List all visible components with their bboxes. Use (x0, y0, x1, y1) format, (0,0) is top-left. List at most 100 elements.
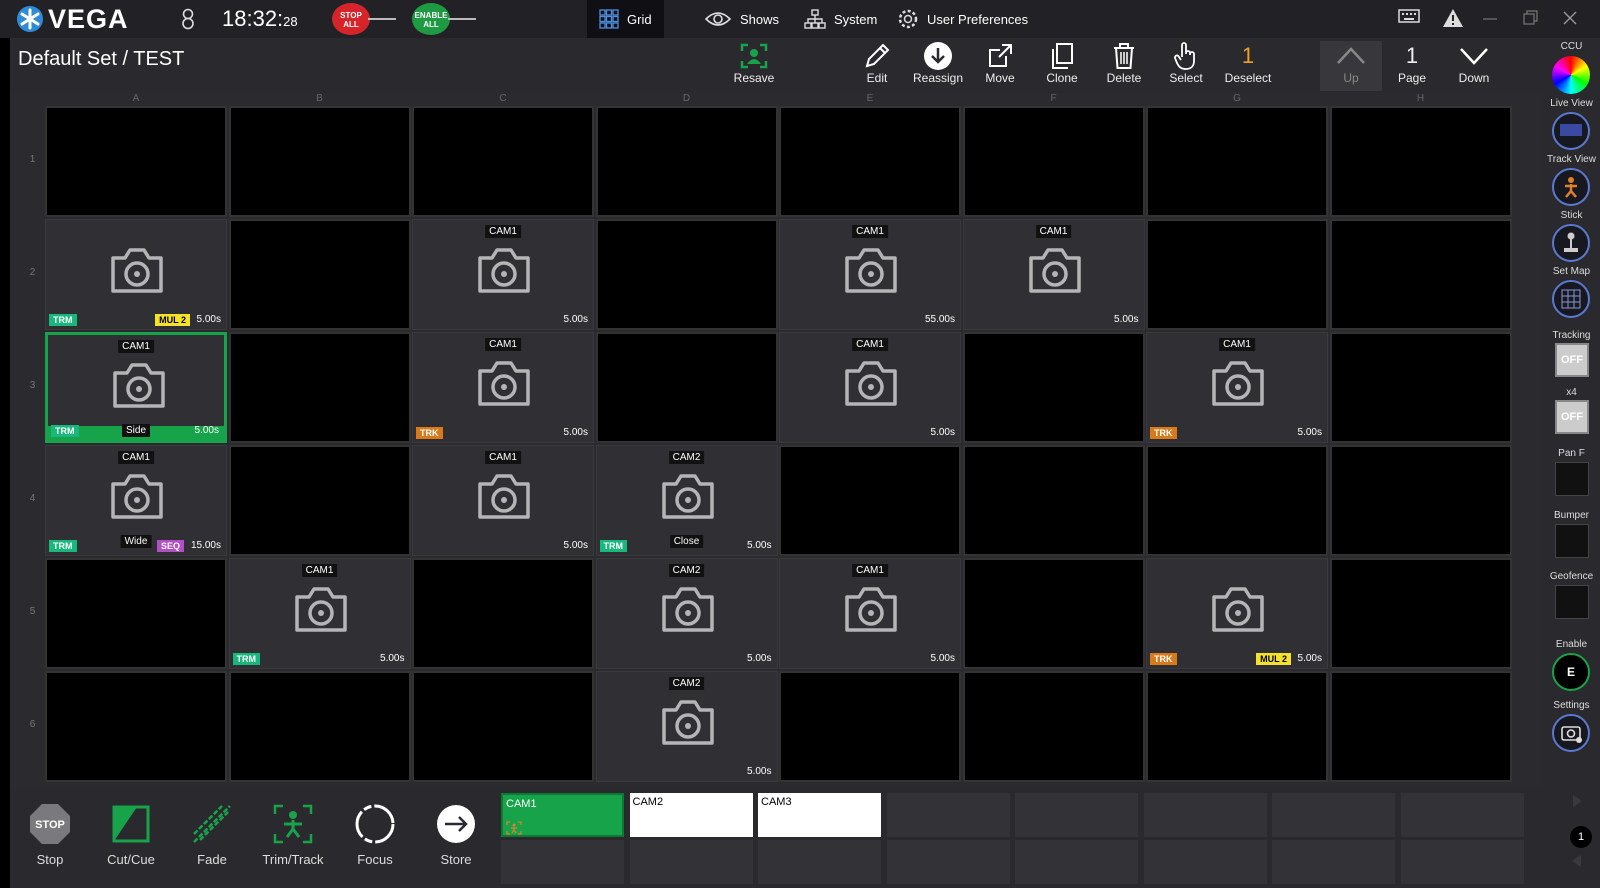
empty-camera-slot[interactable] (1143, 793, 1267, 837)
pan-f-button[interactable] (1555, 462, 1589, 496)
nav-shows[interactable]: Shows (692, 0, 791, 38)
trim-track-button[interactable]: Trim/Track (253, 796, 333, 867)
nav-grid[interactable]: Grid (587, 0, 664, 38)
empty-camera-slot[interactable] (501, 840, 624, 884)
shot-cell-a3[interactable]: CAM1 Side TRM 5.00s (45, 332, 227, 443)
empty-cell-f5[interactable] (962, 558, 1145, 669)
geofence-button[interactable] (1555, 585, 1589, 619)
fade-button[interactable]: Fade (172, 796, 252, 867)
empty-cell-b6[interactable] (228, 671, 411, 782)
restore-icon[interactable] (1522, 10, 1538, 31)
shot-cell-d4[interactable]: CAM2 Close TRM 5.00s (595, 445, 778, 556)
empty-camera-slot[interactable] (758, 840, 881, 884)
empty-cell-g2[interactable] (1146, 219, 1328, 330)
camera-slot-cam3[interactable]: CAM3 (758, 793, 881, 837)
shot-cell-g5[interactable]: TRK MUL 2 5.00s (1146, 558, 1328, 669)
empty-cell-e4[interactable] (779, 445, 961, 556)
minimize-icon[interactable] (1482, 10, 1498, 31)
enable-button[interactable]: E (1552, 653, 1590, 691)
shot-cell-g3[interactable]: CAM1 TRK 5.00s (1146, 332, 1328, 443)
edit-button[interactable]: Edit (847, 41, 907, 85)
empty-cell-g1[interactable] (1146, 106, 1328, 217)
stop-button[interactable]: STOP Stop (10, 796, 90, 867)
shot-cell-c3[interactable]: CAM1 TRK 5.00s (412, 332, 594, 443)
empty-cell-h2[interactable] (1329, 219, 1512, 330)
ccu-color-wheel-icon[interactable] (1552, 56, 1590, 94)
user-count-icon[interactable] (180, 8, 196, 35)
move-button[interactable]: Move (970, 41, 1030, 85)
store-button[interactable]: Store (416, 796, 496, 867)
empty-cell-c5[interactable] (412, 558, 594, 669)
camera-slot-cam1[interactable]: CAM1 (501, 793, 624, 837)
close-icon[interactable] (1562, 10, 1578, 31)
empty-cell-h3[interactable] (1329, 332, 1512, 443)
stick-button[interactable] (1552, 224, 1590, 262)
empty-camera-slot[interactable] (886, 793, 1010, 837)
nav-user-preferences[interactable]: User Preferences (885, 0, 1040, 38)
delete-button[interactable]: Delete (1094, 41, 1154, 85)
empty-camera-slot[interactable] (1015, 840, 1138, 884)
empty-cell-b2[interactable] (228, 219, 411, 330)
shot-cell-c4[interactable]: CAM1 5.00s (412, 445, 594, 556)
empty-cell-f1[interactable] (962, 106, 1145, 217)
enable-all-button[interactable]: ENABLE ALL (412, 3, 450, 35)
bumper-button[interactable] (1555, 524, 1589, 558)
empty-cell-h4[interactable] (1329, 445, 1512, 556)
nav-system[interactable]: System (792, 0, 889, 38)
empty-camera-slot[interactable] (1272, 840, 1395, 884)
empty-cell-a1[interactable] (45, 106, 227, 217)
empty-cell-f6[interactable] (962, 671, 1145, 782)
empty-cell-f3[interactable] (962, 332, 1145, 443)
empty-cell-d3[interactable] (595, 332, 778, 443)
shot-cell-d5[interactable]: CAM2 5.00s (595, 558, 778, 669)
shot-cell-f2[interactable]: CAM1 5.00s (962, 219, 1145, 330)
empty-cell-h6[interactable] (1329, 671, 1512, 782)
shot-cell-b5[interactable]: CAM1 TRM 5.00s (228, 558, 411, 669)
empty-cell-a5[interactable] (45, 558, 227, 669)
set-map-button[interactable] (1552, 280, 1590, 318)
cut-cue-button[interactable]: Cut/Cue (91, 796, 171, 867)
empty-cell-h1[interactable] (1329, 106, 1512, 217)
shot-cell-e3[interactable]: CAM1 5.00s (779, 332, 961, 443)
empty-camera-slot[interactable] (1400, 840, 1524, 884)
empty-cell-h5[interactable] (1329, 558, 1512, 669)
shot-cell-a4[interactable]: CAM1 Wide TRM SEQ 15.00s (45, 445, 227, 556)
page-down-button[interactable]: Down (1444, 41, 1504, 85)
empty-camera-slot[interactable] (1400, 793, 1524, 837)
deselect-button[interactable]: 1 Deselect (1218, 41, 1278, 85)
empty-cell-f4[interactable] (962, 445, 1145, 556)
empty-camera-slot[interactable] (1143, 840, 1267, 884)
empty-cell-c6[interactable] (412, 671, 594, 782)
empty-cell-g4[interactable] (1146, 445, 1328, 556)
empty-cell-d2[interactable] (595, 219, 778, 330)
warning-icon[interactable] (1442, 8, 1464, 33)
shot-cell-c2[interactable]: CAM1 5.00s (412, 219, 594, 330)
keyboard-icon[interactable] (1398, 8, 1420, 29)
shot-cell-d6[interactable]: CAM2 5.00s (595, 671, 778, 782)
shot-cell-a2[interactable]: TRM MUL 2 5.00s (45, 219, 227, 330)
shot-cell-e5[interactable]: CAM1 5.00s (779, 558, 961, 669)
prev-page-icon[interactable] (1570, 854, 1584, 868)
live-view-button[interactable] (1552, 112, 1590, 150)
track-view-button[interactable] (1552, 168, 1590, 206)
reassign-button[interactable]: Reassign (908, 41, 968, 85)
settings-button[interactable] (1552, 714, 1590, 752)
empty-cell-b3[interactable] (228, 332, 411, 443)
tracking-toggle[interactable]: OFF (1555, 343, 1589, 377)
camera-slot-cam2[interactable]: CAM2 (629, 793, 753, 837)
select-button[interactable]: Select (1156, 41, 1216, 85)
empty-cell-e1[interactable] (779, 106, 961, 217)
page-up-button[interactable]: Up (1320, 41, 1382, 91)
empty-cell-c1[interactable] (412, 106, 594, 217)
empty-camera-slot[interactable] (629, 840, 753, 884)
clone-button[interactable]: Clone (1032, 41, 1092, 85)
empty-cell-b4[interactable] (228, 445, 411, 556)
empty-cell-a6[interactable] (45, 671, 227, 782)
x4-toggle[interactable]: OFF (1555, 400, 1589, 434)
empty-camera-slot[interactable] (1272, 793, 1395, 837)
next-page-icon[interactable] (1570, 794, 1584, 808)
focus-button[interactable]: Focus (335, 796, 415, 867)
empty-cell-e6[interactable] (779, 671, 961, 782)
empty-camera-slot[interactable] (1015, 793, 1138, 837)
empty-cell-b1[interactable] (228, 106, 411, 217)
